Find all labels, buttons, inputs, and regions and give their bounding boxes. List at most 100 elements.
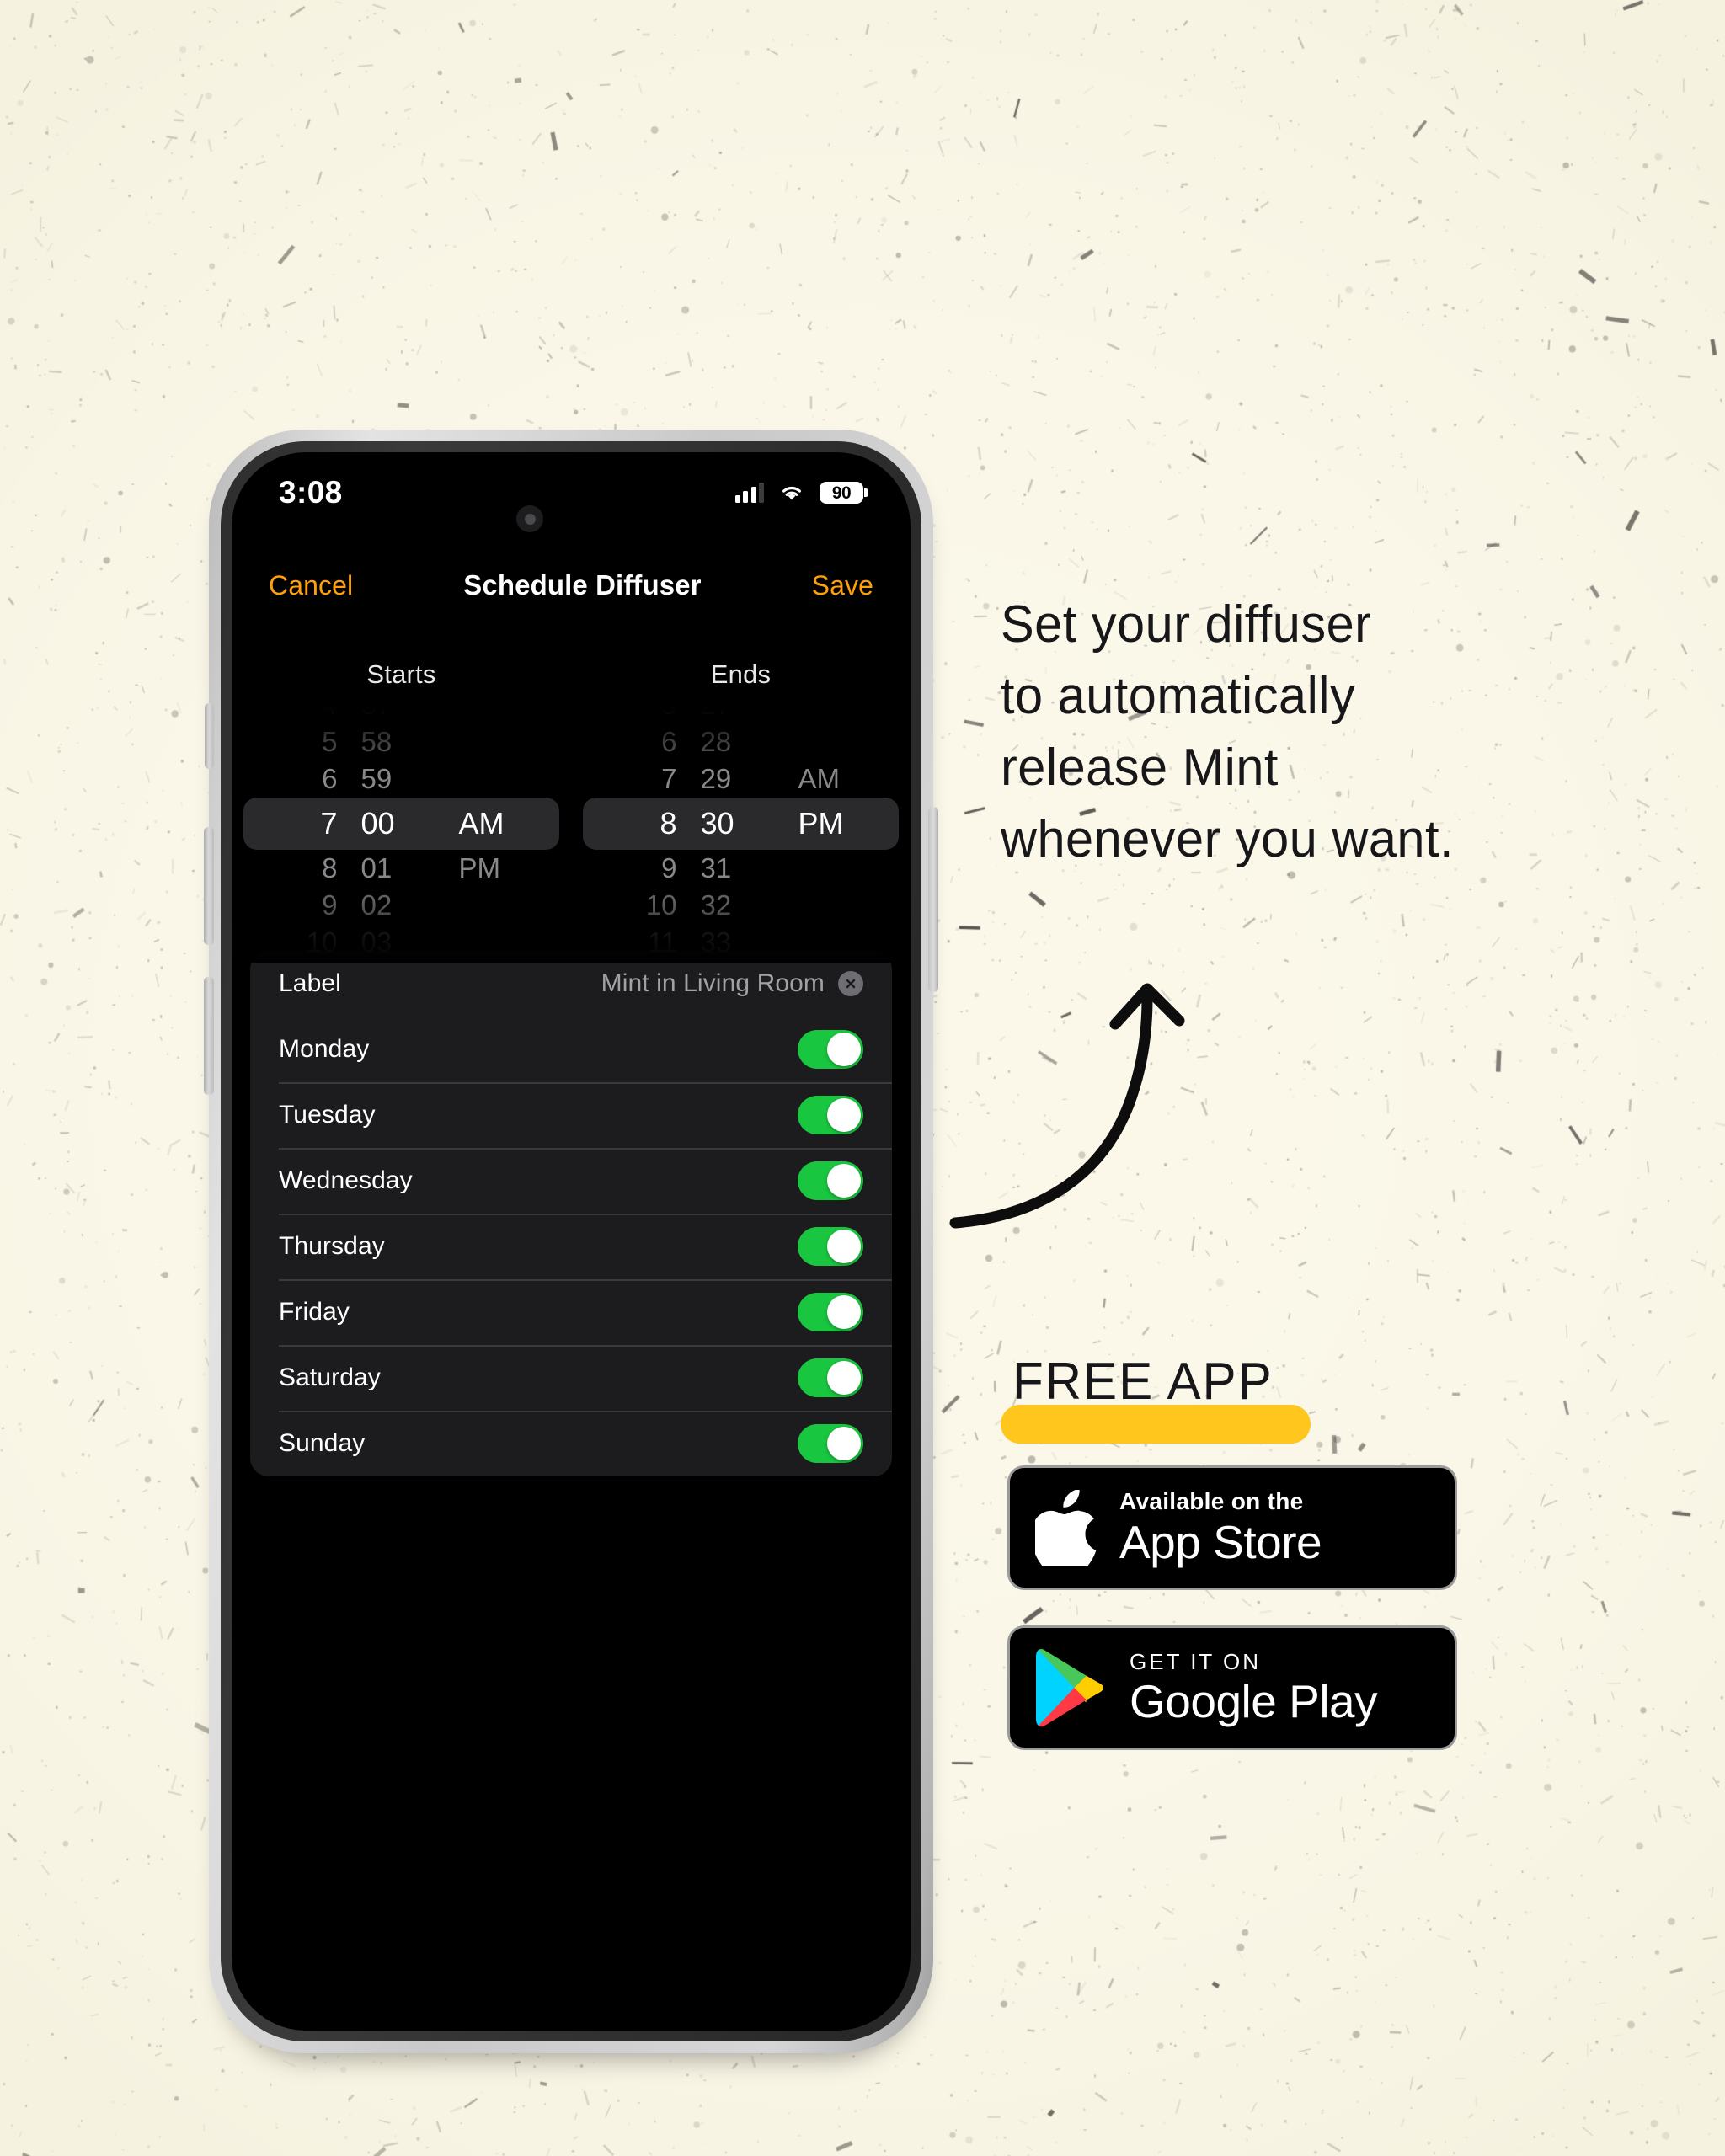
picker-row[interactable]: 7 29 AM xyxy=(571,760,911,798)
day-toggle[interactable] xyxy=(798,1030,863,1069)
picker-row[interactable]: 7 00 AM xyxy=(232,798,571,850)
free-app-label: FREE APP xyxy=(1012,1353,1274,1411)
battery-percent: 90 xyxy=(831,483,852,503)
end-time-picker[interactable]: Ends 426527628729AM830PM931103211331234 xyxy=(571,651,911,963)
headline-line-4: whenever you want. xyxy=(1001,809,1455,868)
day-label: Monday xyxy=(279,1035,370,1063)
picker-row[interactable]: 9 31 xyxy=(571,850,911,887)
day-label: Wednesday xyxy=(279,1166,413,1194)
day-row[interactable]: Wednesday xyxy=(250,1148,892,1214)
picker-row[interactable]: 11 33 xyxy=(571,924,911,961)
promo-headline: Set your diffuser to automatically relea… xyxy=(1001,590,1696,876)
picker-minute-cell: 27 xyxy=(700,702,732,720)
day-row[interactable]: Sunday xyxy=(250,1411,892,1476)
picker-hour-cell: 4 xyxy=(322,702,338,720)
picker-hour-cell: 6 xyxy=(661,726,677,757)
picker-minute-cell: 58 xyxy=(360,726,393,757)
headline-line-1: Set your diffuser xyxy=(1001,595,1372,654)
picker-row[interactable]: 6 28 xyxy=(571,723,911,760)
picker-hour-cell: 10 xyxy=(645,889,677,921)
picker-hour-cell: 9 xyxy=(661,852,677,883)
picker-row[interactable]: 10 03 xyxy=(232,924,571,961)
picker-row[interactable]: 8 01 PM xyxy=(232,850,571,887)
picker-period-cell: PM xyxy=(798,806,844,841)
app-store-badge-small-text: Available on the xyxy=(1119,1488,1304,1514)
cancel-button[interactable]: Cancel xyxy=(269,570,353,601)
start-time-picker[interactable]: Starts 356457558659700AM801PM90210031104 xyxy=(232,651,571,963)
phone-screen: 3:08 90 Cancel Schedule Diffuser Save St… xyxy=(232,452,911,2031)
app-store-badge[interactable]: Available on the App Store xyxy=(1007,1465,1457,1590)
time-picker-group: Starts 356457558659700AM801PM90210031104… xyxy=(232,651,911,963)
picker-minute-cell: 01 xyxy=(360,852,393,883)
picker-row[interactable]: 1104 xyxy=(232,961,571,963)
clear-text-icon[interactable] xyxy=(838,971,863,996)
picker-minute-cell: 02 xyxy=(360,889,393,921)
page-title: Schedule Diffuser xyxy=(463,569,702,600)
volume-up-button[interactable] xyxy=(204,827,214,945)
picker-period-cell: AM xyxy=(458,806,505,841)
picker-minute-cell: 59 xyxy=(360,763,393,794)
day-label: Tuesday xyxy=(279,1101,376,1129)
day-toggle[interactable] xyxy=(798,1096,863,1134)
picker-minute-cell: 57 xyxy=(360,702,393,720)
picker-row[interactable]: 4 57 xyxy=(232,702,571,723)
schedule-settings-card: Label Mint in Living Room Monday Tuesday W… xyxy=(250,951,892,1476)
status-bar-clock: 3:08 xyxy=(279,475,343,510)
wifi-icon xyxy=(782,486,801,500)
label-row-value: Mint in Living Room xyxy=(601,969,825,997)
picker-row[interactable]: 10 32 xyxy=(571,887,911,924)
picker-row[interactable]: 9 02 xyxy=(232,887,571,924)
picker-minute-cell: 29 xyxy=(700,763,732,794)
picker-minute-cell: 03 xyxy=(360,926,393,958)
picker-hour-cell: 6 xyxy=(322,763,338,794)
day-label: Friday xyxy=(279,1298,350,1326)
picker-row[interactable]: 6 59 xyxy=(232,760,571,798)
picker-hour-cell: 7 xyxy=(320,806,338,841)
start-picker-heading: Starts xyxy=(366,659,436,689)
day-row[interactable]: Tuesday xyxy=(250,1082,892,1148)
headline-line-2: to automatically xyxy=(1001,666,1356,725)
day-toggle[interactable] xyxy=(798,1161,863,1200)
curved-up-arrow-icon xyxy=(949,983,1185,1229)
status-bar: 3:08 90 xyxy=(232,452,911,533)
app-store-badge-big-text: App Store xyxy=(1119,1516,1322,1568)
picker-hour-cell: 8 xyxy=(660,806,677,841)
label-row-title: Label xyxy=(279,969,341,997)
picker-minute-cell: 30 xyxy=(700,806,734,841)
phone-mockup: 3:08 90 Cancel Schedule Diffuser Save St… xyxy=(204,430,938,2060)
navigation-bar: Cancel Schedule Diffuser Save xyxy=(232,553,911,617)
day-label: Saturday xyxy=(279,1364,381,1391)
volume-down-button[interactable] xyxy=(204,977,214,1095)
picker-hour-cell: 7 xyxy=(661,763,677,794)
end-picker-heading: Ends xyxy=(710,659,772,689)
google-play-logo-icon xyxy=(1036,1649,1103,1727)
battery-indicator: 90 xyxy=(820,482,868,504)
google-play-badge[interactable]: GET IT ON Google Play xyxy=(1007,1625,1457,1750)
headline-line-3: release Mint xyxy=(1001,738,1279,797)
picker-minute-cell: 28 xyxy=(700,726,732,757)
day-toggle[interactable] xyxy=(798,1293,863,1331)
picker-row[interactable]: 1234 xyxy=(571,961,911,963)
picker-row[interactable]: 8 30 PM xyxy=(571,798,911,850)
picker-hour-cell: 8 xyxy=(322,852,338,883)
picker-minute-cell: 33 xyxy=(700,926,732,958)
free-app-callout: FREE APP xyxy=(1001,1352,1354,1453)
picker-row[interactable]: 5 27 xyxy=(571,702,911,723)
picker-period-cell: AM xyxy=(798,763,841,794)
day-toggle[interactable] xyxy=(798,1424,863,1463)
picker-hour-cell: 5 xyxy=(661,702,677,720)
save-button[interactable]: Save xyxy=(812,570,873,601)
day-toggle[interactable] xyxy=(798,1358,863,1397)
day-row[interactable]: Monday xyxy=(250,1017,892,1082)
day-label: Thursday xyxy=(279,1232,385,1260)
day-toggle[interactable] xyxy=(798,1227,863,1266)
google-play-badge-big-text: Google Play xyxy=(1130,1675,1378,1727)
silent-switch-button[interactable] xyxy=(205,703,214,769)
day-row[interactable]: Friday xyxy=(250,1279,892,1345)
day-row[interactable]: Saturday xyxy=(250,1345,892,1411)
picker-row[interactable]: 5 58 xyxy=(232,723,571,760)
google-play-badge-small-text: GET IT ON xyxy=(1130,1649,1262,1674)
day-label: Sunday xyxy=(279,1429,366,1457)
day-row[interactable]: Thursday xyxy=(250,1214,892,1279)
picker-hour-cell: 11 xyxy=(648,926,677,958)
